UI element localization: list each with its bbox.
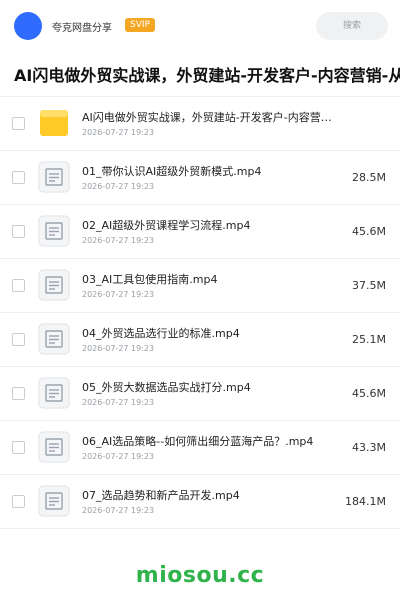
row-checkbox[interactable]	[12, 117, 25, 130]
file-date: 2026-07-27 19:23	[82, 128, 155, 137]
file-row[interactable]: AI闪电做外贸实战课，外贸建站-开发客户-内容营… 2026-07-27 19:2…	[0, 97, 400, 151]
video-file-icon	[38, 431, 70, 463]
file-row[interactable]: 04_外贸选品选行业的标准.mp4 2026-07-27 19:23 25.1M	[0, 313, 400, 367]
file-row[interactable]: 07_选品趋势和新产品开发.mp4 2026-07-27 19:23 184.1M	[0, 475, 400, 529]
watermark: miosou.cc	[135, 563, 265, 588]
file-date: 2026-07-27 19:23	[82, 236, 155, 245]
search-button[interactable]: 搜索	[316, 12, 388, 40]
file-row[interactable]: 05_外贸大数据选品实战打分.mp4 2026-07-27 19:23 45.6M	[0, 367, 400, 421]
file-row[interactable]: 01_带你认识AI超级外贸新模式.mp4 2026-07-27 19:23 28.5…	[0, 151, 400, 205]
file-date: 2026-07-27 19:23	[82, 506, 155, 515]
file-size: 45.6M	[352, 387, 386, 400]
video-file-icon	[38, 161, 70, 193]
file-row[interactable]: 02_AI超级外贸课程学习流程.mp4 2026-07-27 19:23 45.6M	[0, 205, 400, 259]
file-name: 06_AI选品策略--如何筛出细分蓝海产品？.mp4	[82, 435, 314, 448]
row-checkbox[interactable]	[12, 333, 25, 346]
row-checkbox[interactable]	[12, 495, 25, 508]
row-checkbox[interactable]	[12, 279, 25, 292]
file-size: 37.5M	[352, 279, 386, 292]
file-list: AI闪电做外贸实战课，外贸建站-开发客户-内容营… 2026-07-27 19:2…	[0, 97, 400, 529]
header-bar: 夸克网盘分享 SVIP 搜索	[0, 0, 400, 52]
page-title: AI闪电做外贸实战课，外贸建站-开发客户-内容营销-从0到	[14, 66, 400, 85]
file-name: 04_外贸选品选行业的标准.mp4	[82, 327, 240, 340]
folder-icon	[38, 107, 70, 139]
file-name: 03_AI工具包使用指南.mp4	[82, 273, 218, 286]
file-date: 2026-07-27 19:23	[82, 182, 155, 191]
file-name: AI闪电做外贸实战课，外贸建站-开发客户-内容营…	[82, 111, 332, 124]
file-name: 02_AI超级外贸课程学习流程.mp4	[82, 219, 251, 232]
video-file-icon	[38, 269, 70, 301]
row-checkbox[interactable]	[12, 171, 25, 184]
app-name: 夸克网盘分享	[52, 23, 112, 34]
file-date: 2026-07-27 19:23	[82, 290, 155, 299]
file-name: 07_选品趋势和新产品开发.mp4	[82, 489, 240, 502]
row-checkbox[interactable]	[12, 225, 25, 238]
row-checkbox[interactable]	[12, 387, 25, 400]
file-row[interactable]: 03_AI工具包使用指南.mp4 2026-07-27 19:23 37.5M	[0, 259, 400, 313]
avatar[interactable]	[14, 12, 42, 40]
file-size: 184.1M	[345, 495, 386, 508]
file-row[interactable]: 06_AI选品策略--如何筛出细分蓝海产品？.mp4 2026-07-27 19:…	[0, 421, 400, 475]
row-checkbox[interactable]	[12, 441, 25, 454]
file-size: 25.1M	[352, 333, 386, 346]
file-name: 01_带你认识AI超级外贸新模式.mp4	[82, 165, 262, 178]
file-date: 2026-07-27 19:23	[82, 452, 155, 461]
video-file-icon	[38, 215, 70, 247]
file-name: 05_外贸大数据选品实战打分.mp4	[82, 381, 251, 394]
video-file-icon	[38, 377, 70, 409]
file-size: 28.5M	[352, 171, 386, 184]
video-file-icon	[38, 323, 70, 355]
file-size: 43.3M	[352, 441, 386, 454]
file-date: 2026-07-27 19:23	[82, 398, 155, 407]
video-file-icon	[38, 485, 70, 517]
file-size: 45.6M	[352, 225, 386, 238]
svip-badge: SVIP	[125, 18, 155, 32]
file-date: 2026-07-27 19:23	[82, 344, 155, 353]
